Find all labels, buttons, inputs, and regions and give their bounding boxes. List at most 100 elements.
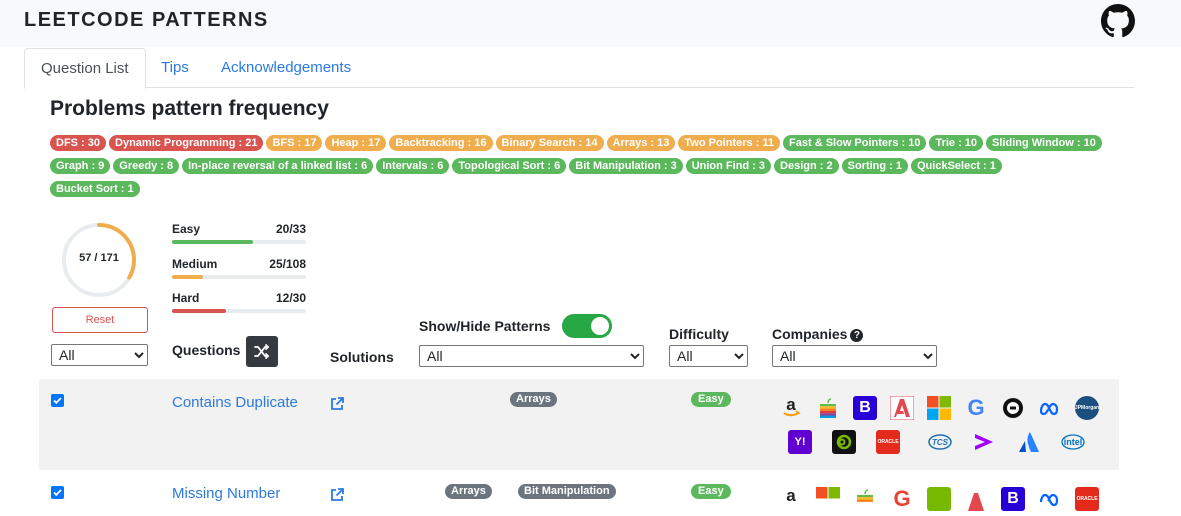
pattern-frequency-badge: Heap : 17 — [325, 135, 387, 151]
oracle-logo-icon: ORACLE — [876, 430, 900, 454]
pattern-frequency-badge: Binary Search : 14 — [495, 135, 604, 151]
pattern-frequency-badge: In-place reversal of a linked list : 6 — [182, 158, 374, 174]
row-checkbox[interactable] — [51, 394, 64, 407]
nvidia-logo-icon — [832, 430, 856, 454]
pattern-frequency-badge: Topological Sort : 6 — [452, 158, 567, 174]
progress-track — [172, 309, 306, 313]
tab-question-list[interactable]: Question List — [24, 48, 146, 89]
progress-total: 57 / 171 — [79, 252, 119, 264]
brand-title[interactable]: LEETCODE PATTERNS — [24, 9, 269, 32]
question-link[interactable]: Missing Number — [172, 485, 280, 502]
accenture-logo-icon — [972, 430, 996, 454]
patterns-header: Show/Hide Patterns — [419, 318, 551, 334]
patterns-filter-select[interactable]: All — [419, 345, 644, 367]
pattern-frequency-badge: Fast & Slow Pointers : 10 — [783, 135, 927, 151]
pattern-frequency-badge: Trie : 10 — [929, 135, 984, 151]
toggle-knob — [591, 317, 609, 335]
shuffle-icon — [254, 344, 270, 359]
progress-label: Medium — [172, 257, 218, 271]
checked-filter-select[interactable]: All — [51, 344, 148, 366]
company-logo-text: B — [859, 399, 871, 416]
navbar: LEETCODE PATTERNS — [0, 0, 1181, 47]
difficulty-badge: Easy — [691, 392, 731, 407]
adobe-logo-icon — [964, 487, 988, 511]
company-logo-text: B — [1007, 490, 1019, 507]
difficulty-header: Difficulty — [669, 326, 729, 342]
patterns-toggle[interactable] — [562, 314, 612, 338]
tab-tips[interactable]: Tips — [145, 48, 205, 88]
progress-fill — [172, 275, 203, 279]
microsoft-logo-icon — [927, 396, 951, 420]
progress-fill — [172, 240, 254, 244]
page-title: Problems pattern frequency — [50, 97, 329, 120]
pattern-frequency-badge: Sorting : 1 — [841, 158, 908, 174]
shuffle-button[interactable] — [246, 336, 278, 367]
badge-row: Bucket Sort : 1 — [50, 179, 143, 197]
badge-row: DFS : 30 Dynamic Programming : 21 BFS : 17… — [50, 133, 1105, 151]
solutions-header: Solutions — [330, 349, 394, 365]
company-logo-text: intel — [1063, 437, 1083, 447]
nvidia-logo-icon — [927, 487, 951, 511]
pattern-frequency-badge: Dynamic Programming : 21 — [109, 135, 264, 151]
progress-label: Hard — [172, 291, 200, 305]
help-icon[interactable]: ? — [850, 329, 864, 342]
pattern-tag: Arrays — [510, 392, 557, 407]
questions-header: Questions — [172, 342, 241, 358]
pattern-frequency-badge: Sliding Window : 10 — [986, 135, 1102, 151]
company-logo-text: G — [893, 486, 911, 511]
pattern-frequency-badge: Design : 2 — [774, 158, 839, 174]
apple-logo-icon — [816, 396, 840, 420]
pattern-frequency-badge: Graph : 9 — [50, 158, 111, 174]
pattern-frequency-badge: Greedy : 8 — [113, 158, 180, 174]
difficulty-badge: Easy — [691, 484, 731, 499]
company-logo-text: TCS — [932, 437, 948, 447]
progress-count: 20/33 — [275, 222, 306, 236]
external-link-icon[interactable] — [330, 487, 345, 502]
github-icon[interactable] — [1101, 4, 1135, 38]
pattern-frequency-badge: Two Pointers : 11 — [678, 135, 781, 151]
company-logo-text: G — [967, 395, 985, 420]
tab-acknowledgements[interactable]: Acknowledgements — [205, 48, 367, 88]
bloomberg-logo-icon: B — [853, 396, 877, 420]
jpmorgan-logo-icon: JPMorgan — [1075, 396, 1099, 420]
company-logo-text: ORACLE — [877, 439, 899, 445]
yahoo-logo-icon: Y! — [788, 430, 812, 454]
company-logo-text: Y! — [794, 436, 806, 448]
progress-track — [172, 240, 306, 244]
meta-logo-icon — [1038, 396, 1062, 420]
check-icon — [53, 397, 62, 405]
tcs-logo-icon: TCS — [928, 430, 952, 454]
pattern-frequency-badge: DFS : 30 — [50, 135, 107, 151]
reset-button[interactable]: Reset — [52, 307, 148, 333]
adobe-logo-icon — [889, 395, 915, 421]
atlassian-logo-icon — [1017, 430, 1041, 454]
progress-track — [172, 275, 306, 279]
meta-logo-icon — [1038, 487, 1062, 511]
company-logo-text: ORACLE — [1076, 496, 1098, 502]
progress-label: Easy — [172, 222, 201, 236]
bloomberg-logo-icon: B — [1001, 487, 1025, 511]
external-link-icon[interactable] — [330, 396, 345, 411]
amazon-logo-icon: a — [779, 395, 803, 420]
badge-row: Graph : 9 Greedy : 8 In-place reversal of … — [50, 156, 1005, 174]
pattern-frequency-badge: Backtracking : 16 — [389, 135, 493, 151]
companies-filter-select[interactable]: All — [772, 345, 937, 367]
apple-logo-icon — [853, 487, 877, 511]
row-checkbox[interactable] — [51, 486, 64, 499]
difficulty-filter-select[interactable]: All — [669, 345, 748, 367]
companies-header: Companies? — [772, 326, 864, 342]
google-logo-icon: G — [964, 395, 988, 420]
pattern-frequency-badge: BFS : 17 — [266, 135, 323, 151]
google-logo-icon: G — [890, 486, 914, 511]
question-link[interactable]: Contains Duplicate — [172, 394, 298, 411]
svg-text:a: a — [786, 487, 796, 505]
tab-bar: Question List Tips Acknowledgements — [24, 48, 1134, 89]
svg-text:a: a — [786, 396, 796, 414]
pattern-tag: Arrays — [445, 484, 492, 499]
microsoft-logo-icon — [816, 487, 840, 511]
pattern-frequency-badge: Bit Manipulation : 3 — [569, 158, 683, 174]
company-logo-text: JPMorgan — [1074, 405, 1100, 411]
check-icon — [53, 489, 62, 497]
progress-count: 25/108 — [269, 257, 306, 271]
progress-count: 12/30 — [275, 291, 306, 305]
